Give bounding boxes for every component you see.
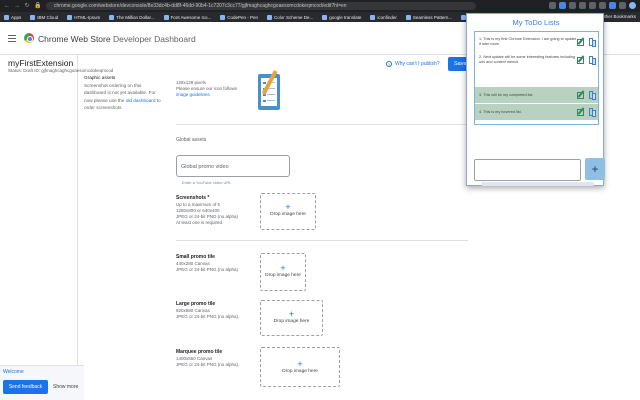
todo-item[interactable]: 1. This is my first Chrome Extension. I …: [475, 34, 598, 50]
large-promo-desc: Large promo tile 920x680 Canvas JPEG or …: [176, 301, 239, 319]
global-assets-title: Global assets: [176, 137, 207, 143]
old-dashboard-link[interactable]: old dashboard: [126, 98, 156, 103]
delete-icon[interactable]: [589, 37, 597, 47]
edit-icon[interactable]: [577, 107, 587, 117]
delete-icon[interactable]: [589, 107, 597, 117]
edit-icon[interactable]: [577, 37, 587, 47]
extension-icon[interactable]: [619, 2, 626, 9]
forward-icon[interactable]: →: [13, 2, 21, 10]
menu-icon[interactable]: [8, 35, 16, 42]
address-bar[interactable]: chrome.google.com/webstore/devconsole/8e…: [46, 2, 476, 10]
edit-icon[interactable]: [577, 90, 587, 100]
extension-icon[interactable]: [589, 2, 596, 9]
bookmark-item[interactable]: iconfinder: [370, 14, 397, 20]
new-todo-input[interactable]: [474, 159, 581, 181]
bookmark-apps[interactable]: Apps: [4, 14, 21, 20]
bookmark-item[interactable]: Font Awesome Ico...: [163, 14, 211, 20]
popup-scrollbar[interactable]: [481, 182, 594, 186]
bookmark-favicon: [405, 14, 411, 20]
todo-item[interactable]: 2. Next update will be some interesting …: [475, 52, 598, 68]
delete-icon[interactable]: [589, 90, 597, 100]
why-cant-publish-link[interactable]: ? Why can't I publish?: [386, 61, 440, 67]
global-promo-video-input[interactable]: Global promo video: [176, 155, 290, 177]
plus-icon: +: [297, 359, 303, 369]
small-promo-dropzone[interactable]: + Drop image here: [260, 253, 306, 291]
marquee-promo-desc: Marquee promo tile 1400x560 Canvas JPEG …: [176, 349, 239, 367]
plus-icon: +: [285, 202, 291, 212]
bookmark-favicon: [220, 14, 226, 20]
bookmark-item[interactable]: HTML-Ipsum: [67, 14, 100, 20]
screenshots-desc: Screenshots * Up to a maximum of 5 1280x…: [176, 195, 239, 225]
store-icon-preview: [256, 70, 288, 114]
bookmark-favicon: [267, 14, 273, 20]
extension-icon[interactable]: [599, 2, 606, 9]
small-promo-desc: Small promo tile 440x280 Canvas JPEG or …: [176, 254, 239, 272]
profile-avatar[interactable]: [629, 2, 636, 9]
bookmark-item[interactable]: Color Scheme De...: [267, 14, 313, 20]
other-bookmarks[interactable]: Other Bookmarks: [601, 12, 636, 22]
star-icon[interactable]: [549, 2, 556, 9]
extension-icon[interactable]: [609, 2, 616, 9]
dashboard-title: Chrome Web Store Developer Dashboard: [38, 34, 196, 44]
popup-title: My ToDo Lists: [512, 18, 560, 27]
bookmark-favicon: [163, 14, 169, 20]
graphic-assets-help: Graphic assets Screenshot ordering on th…: [84, 75, 161, 110]
extension-icons: [549, 2, 636, 9]
help-icon: ?: [386, 61, 392, 67]
large-promo-dropzone[interactable]: + Drop image here: [260, 300, 323, 336]
todo-list: 1. This is my first Chrome Extension. I …: [474, 31, 599, 125]
store-icon-desc: 128x128 pixels Please ensure our icon fo…: [176, 80, 246, 98]
bookmark-item[interactable]: IBM Cloud: [30, 14, 58, 20]
screenshots-dropzone[interactable]: + Drop image here: [260, 193, 316, 230]
left-sidebar: [0, 55, 78, 400]
apps-icon: [4, 14, 9, 20]
bookmark-item[interactable]: The Million Dollar...: [109, 14, 155, 20]
extension-icon[interactable]: [579, 2, 586, 9]
todo-item-completed[interactable]: 3. This will be my completed list.: [475, 87, 598, 103]
lock-icon: 🔒: [34, 3, 42, 9]
bookmark-favicon: [370, 14, 376, 20]
send-feedback-button[interactable]: Send feedback: [3, 380, 48, 394]
todo-item-hovered[interactable]: 4. This is my hovered list.: [475, 104, 598, 120]
bookmark-item[interactable]: google translate: [322, 14, 361, 20]
bookmark-favicon: [322, 14, 328, 20]
browser-toolbar: ← → ↻ 🔒 chrome.google.com/webstore/devco…: [0, 0, 640, 12]
bookmark-item[interactable]: Seamless Pattern...: [405, 14, 452, 20]
back-icon[interactable]: ←: [3, 2, 11, 10]
plus-icon: +: [288, 309, 295, 319]
add-todo-button[interactable]: +: [585, 158, 605, 180]
plus-icon: +: [280, 263, 286, 273]
extension-icon[interactable]: [569, 2, 576, 9]
show-more-button[interactable]: Show more: [53, 380, 78, 394]
marquee-promo-dropzone[interactable]: + Drop image here: [260, 347, 340, 387]
delete-icon[interactable]: [589, 55, 597, 65]
welcome-text: Welcome: [3, 369, 24, 375]
bookmark-favicon: [109, 14, 115, 20]
bookmark-favicon: [67, 14, 73, 20]
divider: [176, 124, 468, 125]
reload-icon[interactable]: ↻: [23, 2, 31, 10]
todo-extension-icon[interactable]: [559, 2, 566, 9]
edit-icon[interactable]: [577, 55, 587, 65]
todo-popup: My ToDo Lists 1. This is my first Chrome…: [466, 13, 605, 186]
bookmark-favicon: [30, 14, 36, 20]
image-guidelines-link[interactable]: image guidelines: [176, 92, 246, 98]
bookmark-item[interactable]: CodePen - Pen: [220, 14, 258, 20]
item-title: myFirstExtension: [8, 58, 74, 68]
divider: [176, 240, 468, 241]
item-status: Status: Draft ID: gjfmaghcaghcgoaesomcdo…: [8, 68, 114, 73]
promo-video-hint: Enter a YouTube video URL: [182, 180, 232, 185]
chrome-web-store-logo: [24, 33, 34, 43]
